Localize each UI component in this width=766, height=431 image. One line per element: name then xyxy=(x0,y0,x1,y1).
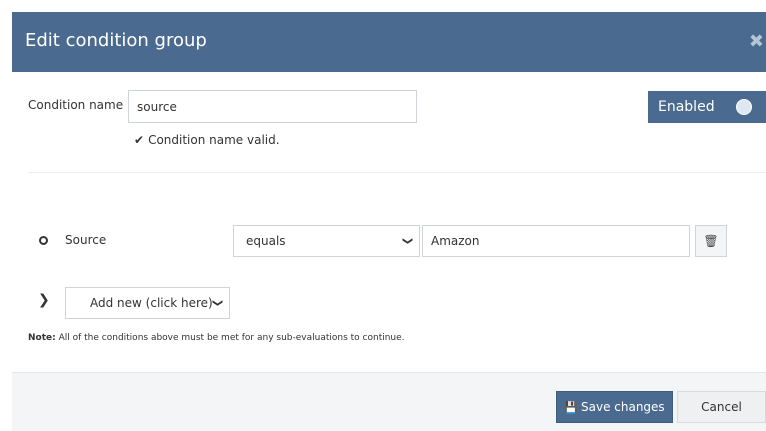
rule-field-label: Source xyxy=(65,233,107,247)
chevron-down-icon: ❯ xyxy=(401,236,413,246)
rule-value-input[interactable] xyxy=(422,225,690,257)
note-prefix: Note: xyxy=(28,333,56,343)
add-new-select[interactable]: Add new (click here) ❯ xyxy=(65,287,230,319)
enabled-toggle[interactable]: Enabled xyxy=(648,91,766,123)
check-icon: ✔ xyxy=(134,133,145,147)
toggle-knob xyxy=(736,99,752,115)
validation-text: Condition name valid. xyxy=(148,133,280,147)
condition-name-label: Condition name xyxy=(28,98,124,112)
cancel-button[interactable]: Cancel xyxy=(677,391,766,423)
delete-rule-button[interactable]: 🗑 xyxy=(695,225,727,257)
note-body: All of the conditions above must be met … xyxy=(55,333,405,343)
circle-icon xyxy=(39,236,48,245)
note-text: Note: All of the conditions above must b… xyxy=(28,332,405,344)
save-changes-button[interactable]: 💾 Save changes xyxy=(556,391,673,423)
save-icon: 💾 xyxy=(564,401,578,414)
modal-footer: 💾 Save changes Cancel xyxy=(12,372,766,431)
edit-condition-group-modal: Edit condition group ✖ Condition name ✔C… xyxy=(12,12,766,431)
add-new-selected-value: Add new (click here) xyxy=(90,296,213,310)
enabled-label: Enabled xyxy=(658,99,715,115)
cancel-label: Cancel xyxy=(701,400,742,414)
save-label: Save changes xyxy=(581,400,665,414)
operator-selected-value: equals xyxy=(246,234,286,248)
chevron-right-icon[interactable]: ❯ xyxy=(38,292,50,308)
validation-message: ✔ Condition name valid. xyxy=(134,132,280,148)
chevron-down-icon: ❯ xyxy=(211,298,223,308)
modal-header: Edit condition group ✖ xyxy=(12,12,766,72)
divider xyxy=(28,172,766,173)
operator-select[interactable]: equals ❯ xyxy=(233,225,420,257)
condition-name-input[interactable] xyxy=(128,90,417,123)
trash-icon: 🗑 xyxy=(703,234,719,248)
modal-title: Edit condition group xyxy=(25,30,207,51)
close-icon[interactable]: ✖ xyxy=(749,31,764,53)
